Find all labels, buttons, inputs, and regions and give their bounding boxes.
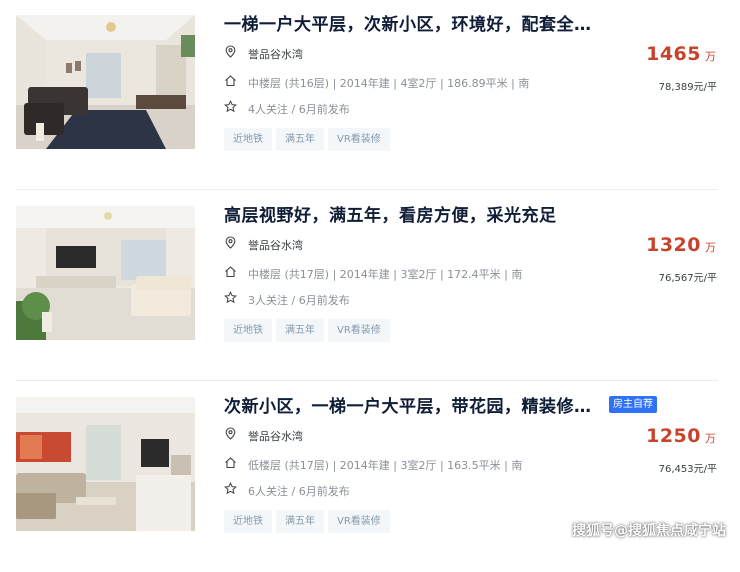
community-name-link[interactable]: 誉品谷水湾 xyxy=(248,46,303,62)
tag-five-years: 满五年 xyxy=(276,319,324,342)
listing-title[interactable]: 次新小区，一梯一户大平层，带花园，精装修保… xyxy=(224,392,604,417)
divider xyxy=(16,189,718,190)
listing-photo[interactable] xyxy=(16,15,195,149)
listing-title[interactable]: 一梯一户大平层，次新小区，环境好，配套全，… xyxy=(224,10,604,35)
tag-near-subway: 近地铁 xyxy=(224,128,272,151)
house-icon xyxy=(225,266,236,278)
follow-info: 4人关注 / 6月前发布 xyxy=(248,103,350,116)
location-pin-icon xyxy=(225,427,236,440)
tag-near-subway: 近地铁 xyxy=(224,319,272,342)
listing-card[interactable]: 次新小区，一梯一户大平层，带花园，精装修保… 房主自荐 誉品谷水湾 低楼层 (共… xyxy=(0,382,740,572)
watermark: 搜狐号@搜狐焦点咸宁站 xyxy=(572,523,726,539)
total-price-value: 1465 xyxy=(646,43,701,65)
total-price-value: 1250 xyxy=(646,425,701,447)
house-info: 中楼层 (共16层) | 2014年建 | 4室2厅 | 186.89平米 | … xyxy=(248,77,530,90)
tag-vr-decoration: VR看装修 xyxy=(328,319,390,342)
house-icon xyxy=(225,75,236,87)
location-pin-icon xyxy=(225,236,236,249)
location-pin-icon xyxy=(225,45,236,58)
star-icon xyxy=(224,291,237,304)
tag-near-subway: 近地铁 xyxy=(224,510,272,533)
total-price-unit: 万 xyxy=(705,50,716,63)
total-price-unit: 万 xyxy=(705,241,716,254)
listing-title[interactable]: 高层视野好，满五年，看房方便，采光充足 xyxy=(224,201,604,226)
community-name-link[interactable]: 誉品谷水湾 xyxy=(248,237,303,253)
owner-recommended-badge: 房主自荐 xyxy=(609,396,657,413)
follow-info: 6人关注 / 6月前发布 xyxy=(248,485,350,498)
living-room-photo xyxy=(16,15,195,149)
unit-price: 76,567元/平 xyxy=(658,273,717,284)
divider xyxy=(16,380,718,381)
star-icon xyxy=(224,100,237,113)
listing-card[interactable]: 一梯一户大平层，次新小区，环境好，配套全，… 誉品谷水湾 中楼层 (共16层) … xyxy=(0,0,740,190)
tag-five-years: 满五年 xyxy=(276,510,324,533)
living-room-photo xyxy=(16,206,195,340)
total-price-unit: 万 xyxy=(705,432,716,445)
tag-list: 近地铁 满五年 VR看装修 xyxy=(224,510,390,533)
living-room-photo xyxy=(16,397,195,531)
follow-info: 3人关注 / 6月前发布 xyxy=(248,294,350,307)
listing-card[interactable]: 高层视野好，满五年，看房方便，采光充足 誉品谷水湾 中楼层 (共17层) | 2… xyxy=(0,191,740,381)
house-info: 低楼层 (共17层) | 2014年建 | 3室2厅 | 163.5平米 | 南 xyxy=(248,459,523,472)
star-icon xyxy=(224,482,237,495)
total-price: 1320 万 xyxy=(646,234,716,256)
unit-price: 76,453元/平 xyxy=(658,464,717,475)
tag-list: 近地铁 满五年 VR看装修 xyxy=(224,128,390,151)
listing-photo[interactable] xyxy=(16,397,195,531)
listing-photo[interactable] xyxy=(16,206,195,340)
tag-vr-decoration: VR看装修 xyxy=(328,510,390,533)
total-price: 1465 万 xyxy=(646,43,716,65)
house-info: 中楼层 (共17层) | 2014年建 | 3室2厅 | 172.4平米 | 南 xyxy=(248,268,523,281)
house-icon xyxy=(225,457,236,469)
unit-price: 78,389元/平 xyxy=(658,82,717,93)
tag-list: 近地铁 满五年 VR看装修 xyxy=(224,319,390,342)
tag-five-years: 满五年 xyxy=(276,128,324,151)
community-name-link[interactable]: 誉品谷水湾 xyxy=(248,428,303,444)
tag-vr-decoration: VR看装修 xyxy=(328,128,390,151)
total-price-value: 1320 xyxy=(646,234,701,256)
total-price: 1250 万 xyxy=(646,425,716,447)
